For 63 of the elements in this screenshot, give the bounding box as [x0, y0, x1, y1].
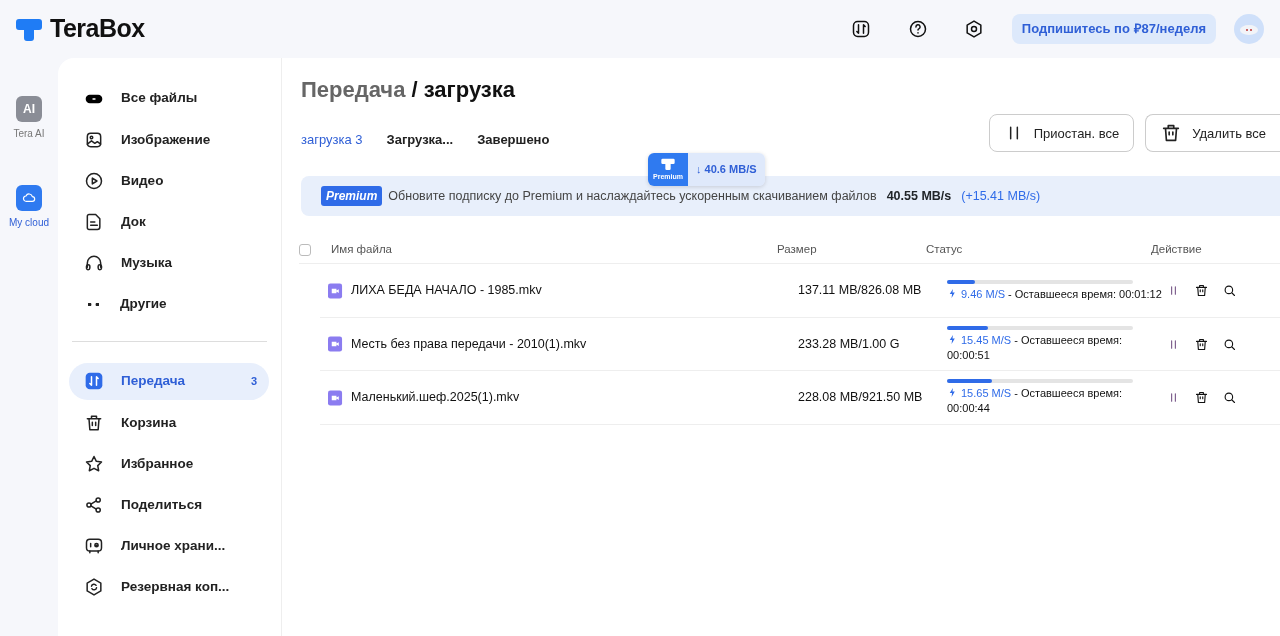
speed-text: ↓ 40.6 MB/S: [688, 153, 765, 186]
star-icon: [84, 453, 104, 474]
column-header: Имя файла: [331, 242, 392, 258]
trash-icon[interactable]: [1194, 283, 1209, 299]
video-file-icon: [328, 282, 343, 299]
backup-icon: [84, 577, 104, 598]
page-title: Передача / загрузка: [301, 77, 517, 104]
count-label: 3: [250, 374, 257, 390]
sidebar-item[interactable]: Все файлы: [69, 80, 269, 117]
video-file-icon: [328, 389, 343, 406]
video-icon: [84, 170, 104, 191]
document-icon: [84, 212, 104, 233]
more-icon: [88, 302, 99, 306]
column-header: Размер: [777, 242, 817, 258]
sidebar-item[interactable]: Поделиться: [69, 486, 269, 524]
pause-all-button[interactable]: Приостан. все: [988, 114, 1135, 153]
sidebar-item[interactable]: Корзина: [69, 404, 269, 442]
transfer-icon: [84, 371, 104, 392]
speed-boost: (+15.41 MB/s): [961, 188, 1041, 205]
premium-tag: Premium: [321, 186, 383, 207]
transfer-icon[interactable]: [850, 19, 871, 39]
file-size: 137.11 MB/826.08 MB: [798, 282, 923, 300]
video-file-icon: [328, 336, 343, 353]
select-all-checkbox[interactable]: [299, 243, 311, 256]
sidebar-item[interactable]: Видео: [69, 162, 269, 200]
file-name: ЛИХА БЕДА НАЧАЛО - 1985.mkv: [351, 282, 542, 300]
file-name: Месть без права передачи - 2010(1).mkv: [351, 335, 587, 353]
subscribe-button[interactable]: Подпишитесь по ₽87/неделя: [1011, 14, 1216, 44]
tab[interactable]: загрузка 3: [301, 129, 363, 150]
sidebar-item[interactable]: Другие: [69, 285, 269, 323]
trash-icon[interactable]: [1194, 390, 1209, 406]
status-text: 15.65 M/S - Оставшееся время: 00:00:44: [947, 386, 1124, 417]
rail-item[interactable]: AI Tera AI: [13, 96, 45, 141]
tab[interactable]: Загрузка...: [386, 129, 454, 150]
status-text: 9.46 M/S - Оставшееся время: 00:01:12: [947, 286, 1165, 302]
sidebar-item[interactable]: Музыка: [69, 244, 269, 282]
delete-all-button[interactable]: Удалить все: [1145, 114, 1280, 153]
rail-item[interactable]: My cloud: [9, 185, 49, 230]
sidebar-item[interactable]: Избранное: [69, 445, 269, 483]
search-icon[interactable]: [1222, 390, 1237, 406]
banner-text: Обновите подписку до Premium и наслаждайтесь ускоренным скачиванием файлов: [388, 188, 877, 205]
column-header: Статус: [926, 242, 963, 258]
sidebar-item[interactable]: Передача 3: [69, 362, 269, 400]
file-size: 228.08 MB/921.50 MB: [798, 389, 924, 407]
settings-icon[interactable]: [963, 19, 984, 39]
help-icon[interactable]: [907, 19, 928, 39]
logo-icon: [16, 17, 42, 41]
tab[interactable]: Завершено: [477, 129, 550, 150]
logo-text: TeraBox: [50, 13, 145, 45]
ai-label: AI: [23, 101, 35, 118]
logo-icon: [660, 156, 676, 173]
trash-icon[interactable]: [1194, 336, 1209, 352]
search-icon[interactable]: [1222, 283, 1237, 299]
sidebar-item[interactable]: Личное храни...: [69, 527, 269, 565]
speed-value: 40.55 MB/s: [886, 188, 952, 205]
status-text: 15.45 M/S - Оставшееся время: 00:00:51: [947, 332, 1124, 363]
file-name: Маленький.шеф.2025(1).mkv: [351, 389, 520, 407]
sidebar-item[interactable]: Резервная коп...: [69, 568, 269, 606]
file-size: 233.28 MB/1.00 G: [798, 335, 901, 353]
sidebar-item[interactable]: Док: [69, 203, 269, 241]
sidebar-item[interactable]: Изображение: [69, 121, 269, 159]
share-icon: [84, 495, 104, 515]
column-header: Действие: [1151, 242, 1202, 258]
